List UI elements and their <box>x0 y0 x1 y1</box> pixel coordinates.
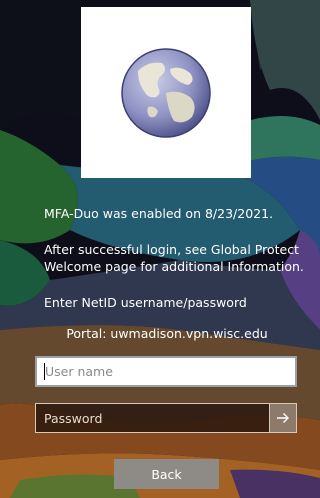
login-info-text: After successful login, see Global Prote… <box>44 242 304 274</box>
back-button[interactable]: Back <box>114 459 219 489</box>
submit-button[interactable] <box>269 403 297 433</box>
mfa-notice-text: MFA-Duo was enabled on 8/23/2021. <box>44 206 274 221</box>
password-row <box>35 403 297 433</box>
back-button-label: Back <box>151 466 182 482</box>
text-cursor <box>44 363 45 380</box>
enter-credentials-prompt: Enter NetID username/password <box>44 295 247 310</box>
password-input[interactable] <box>35 403 269 433</box>
arrow-right-icon <box>277 413 289 423</box>
globe-icon <box>121 47 211 138</box>
app-logo <box>81 7 251 178</box>
portal-address-text: Portal: uwmadison.vpn.wisc.edu <box>66 326 268 341</box>
username-input[interactable] <box>35 356 297 387</box>
